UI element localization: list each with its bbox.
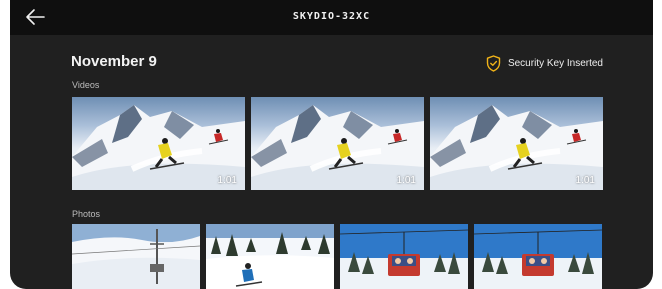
video-thumbnail[interactable]: 1:01 [72, 97, 245, 190]
ski-lift-photo-image [72, 224, 200, 289]
security-status: Security Key Inserted [486, 55, 603, 72]
photos-section-label: Photos [72, 209, 101, 219]
video-duration: 1:01 [396, 175, 416, 186]
security-status-text: Security Key Inserted [507, 58, 603, 69]
video-thumbnail[interactable]: 1:01 [251, 97, 424, 190]
photo-thumbnail[interactable] [474, 224, 602, 289]
shield-check-icon [486, 55, 501, 72]
videos-row: 1:01 1:01 1:01 [72, 97, 603, 190]
device-title: SKYDIO-32XC [292, 11, 371, 22]
video-thumbnail[interactable]: 1:01 [430, 97, 603, 190]
photo-thumbnail[interactable] [206, 224, 334, 289]
app-screen: SKYDIO-32XC November 9 Security Key Inse… [10, 0, 653, 289]
chairlift-photo-image [474, 224, 602, 289]
chairlift-photo-image [340, 224, 468, 289]
video-duration: 1:01 [217, 175, 237, 186]
photo-thumbnail[interactable] [72, 224, 200, 289]
video-duration: 1:01 [575, 175, 595, 186]
skier-photo-image [206, 224, 334, 289]
videos-section-label: Videos [72, 80, 100, 90]
date-heading: November 9 [71, 53, 157, 70]
photos-row [72, 224, 602, 289]
top-bar: SKYDIO-32XC [10, 0, 653, 35]
photo-thumbnail[interactable] [340, 224, 468, 289]
